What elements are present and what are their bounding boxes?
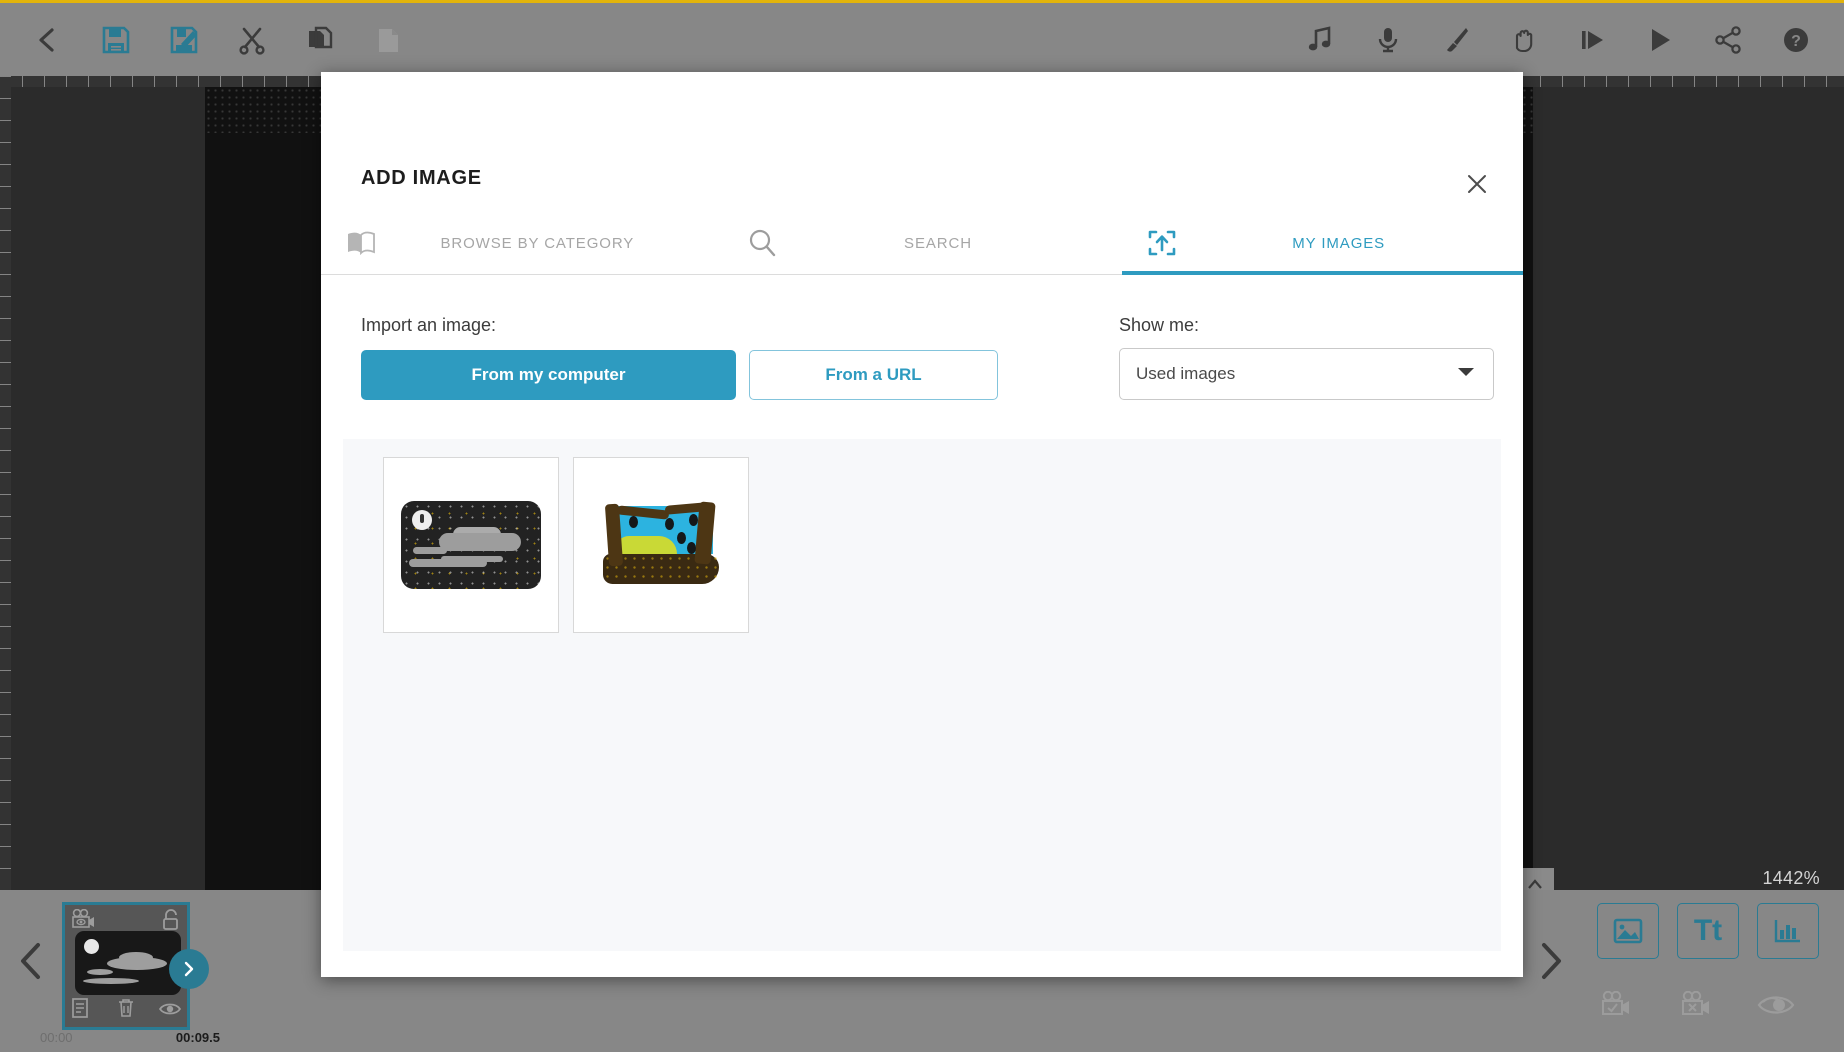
close-icon[interactable] xyxy=(1459,166,1495,202)
share-icon[interactable] xyxy=(1694,11,1762,69)
scene-end-time: 00:09.5 xyxy=(175,1030,220,1045)
top-toolbar: ? xyxy=(0,0,1844,76)
ruler-vertical xyxy=(0,76,11,890)
paste-icon xyxy=(354,11,422,69)
previous-scene-button[interactable] xyxy=(8,935,54,987)
show-me-label: Show me: xyxy=(1119,315,1200,335)
image-gallery xyxy=(343,439,1501,951)
toolbar-right-group: ? xyxy=(1286,11,1830,69)
thumbnail-landscape[interactable] xyxy=(573,457,749,633)
from-a-url-button[interactable]: From a URL xyxy=(749,350,998,400)
help-icon[interactable]: ? xyxy=(1762,11,1830,69)
copy-icon[interactable] xyxy=(286,11,354,69)
thumbnail-night-sky[interactable] xyxy=(383,457,559,633)
notes-icon[interactable] xyxy=(71,998,89,1023)
eye-icon[interactable] xyxy=(158,1001,182,1022)
tab-search[interactable]: SEARCH xyxy=(722,212,1123,274)
camera-check-icon xyxy=(1587,983,1645,1027)
paintbrush-icon[interactable] xyxy=(1422,11,1490,69)
scene-thumbnail xyxy=(75,931,181,995)
tab-label: BROWSE BY CATEGORY xyxy=(440,234,635,252)
dialog-body: Import an image: Show me: From my comput… xyxy=(321,275,1523,977)
from-my-computer-button[interactable]: From my computer xyxy=(361,350,736,400)
chevron-down-icon xyxy=(1457,365,1475,383)
tab-browse-by-category[interactable]: BROWSE BY CATEGORY xyxy=(321,212,722,274)
add-image-dialog: ADD IMAGE BROWSE BY CATEGORY SEARCH MY I… xyxy=(321,72,1523,977)
import-label: Import an image: xyxy=(361,315,497,335)
search-icon xyxy=(736,228,788,258)
play-icon[interactable] xyxy=(1626,11,1694,69)
app-root: ? 1442% 00:00 00:09.5 Tt ADD IMAGE BROWS… xyxy=(0,0,1844,1052)
show-me-selected-value: Used images xyxy=(1136,364,1236,383)
tab-my-images[interactable]: MY IMAGES xyxy=(1122,212,1523,275)
tab-label: MY IMAGES xyxy=(1292,234,1386,252)
hand-icon[interactable] xyxy=(1490,11,1558,69)
add-text-label: Tt xyxy=(1693,914,1723,947)
add-chart-button[interactable] xyxy=(1757,903,1819,959)
tab-label: SEARCH xyxy=(904,234,972,252)
next-scene-button[interactable] xyxy=(1528,935,1574,987)
scene-start-time: 00:00 xyxy=(40,1030,73,1045)
add-image-button[interactable] xyxy=(1597,903,1659,959)
music-note-icon[interactable] xyxy=(1286,11,1354,69)
upload-icon xyxy=(1136,228,1188,258)
zoom-level-label: 1442% xyxy=(1762,868,1820,888)
chevron-right-icon[interactable] xyxy=(169,949,209,989)
cut-icon[interactable] xyxy=(218,11,286,69)
book-icon xyxy=(335,231,387,255)
add-text-button[interactable]: Tt xyxy=(1677,903,1739,959)
save-as-icon[interactable] xyxy=(150,11,218,69)
trash-icon[interactable] xyxy=(117,998,135,1023)
timeline-scene-card[interactable] xyxy=(62,902,209,1030)
dialog-tabs: BROWSE BY CATEGORY SEARCH MY IMAGES xyxy=(321,212,1523,275)
svg-text:?: ? xyxy=(1791,33,1801,50)
toolbar-left-group xyxy=(14,11,422,69)
back-icon[interactable] xyxy=(14,11,82,69)
eye-preview-icon xyxy=(1747,983,1805,1027)
play-from-here-icon[interactable] xyxy=(1558,11,1626,69)
camera-x-icon xyxy=(1667,983,1725,1027)
dialog-title: ADD IMAGE xyxy=(361,167,482,189)
show-me-select[interactable]: Used images xyxy=(1119,348,1494,400)
save-icon[interactable] xyxy=(82,11,150,69)
microphone-icon[interactable] xyxy=(1354,11,1422,69)
scene-time-labels: 00:00 00:09.5 xyxy=(40,1030,220,1045)
